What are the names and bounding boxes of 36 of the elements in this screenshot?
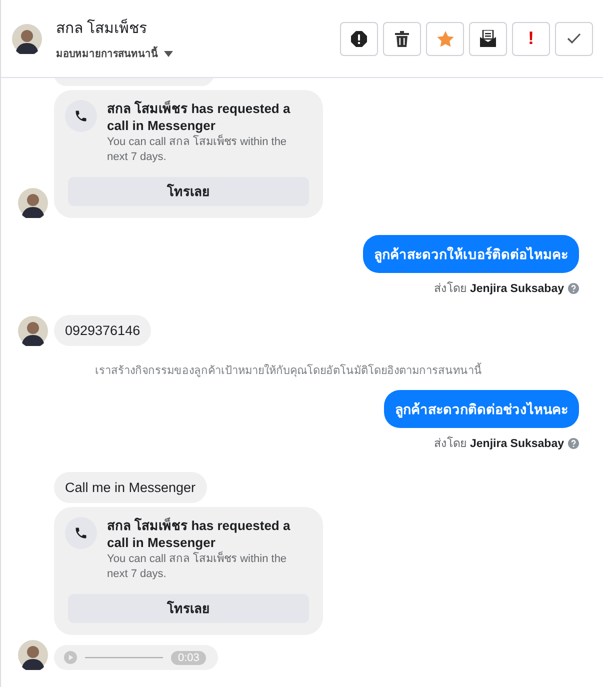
done-button[interactable] (555, 22, 593, 56)
phone-icon (74, 526, 88, 540)
incoming-message: 0929376146 (54, 315, 152, 346)
sent-by-label: ส่งโดย Jenjira Suksabay (434, 280, 564, 297)
avatar (18, 316, 48, 346)
call-request-text: You can call สกล โสมเพ็ชร within the next 7 days. (107, 135, 288, 165)
star-icon (436, 30, 454, 46)
avatar (18, 640, 48, 670)
caret-icon[interactable] (164, 50, 173, 56)
call-request-text: You can call สกล โสมเพ็ชร within the next 7 days. (107, 552, 288, 582)
check-icon (567, 33, 581, 44)
trash-icon (395, 30, 409, 46)
contact-name: สกล โสมเพ็ชร (56, 18, 148, 39)
call-request-title: สกล โสมเพ็ชร has requested a call in Messenger (107, 100, 292, 134)
outgoing-message: ลูกค้าสะดวกติดต่อช่วงไหนคะ (384, 390, 579, 428)
envelope-icon (480, 30, 496, 47)
call-now-button[interactable]: โทรเลย (68, 594, 309, 623)
avatar (18, 188, 48, 218)
trash-button[interactable] (383, 22, 421, 56)
help-icon[interactable] (568, 282, 579, 294)
important-button[interactable]: ! (512, 22, 550, 56)
star-button[interactable] (426, 22, 464, 56)
phone-icon (74, 109, 88, 123)
mail-button[interactable] (469, 22, 507, 56)
sent-by-label: ส่งโดย Jenjira Suksabay (434, 436, 564, 452)
system-notice: เราสร้างกิจกรรมของลูกค้าเป้าหมายให้กับคุณโดยอัตโนมัติโดยอิงตามการสนทนานี้ (18, 361, 579, 379)
call-now-button[interactable]: โทรเลย (68, 177, 309, 206)
alert-button[interactable] (340, 22, 378, 56)
outgoing-message: ลูกค้าสะดวกให้เบอร์ติดต่อไหมคะ (363, 235, 579, 273)
avatar (12, 24, 42, 54)
call-request-title: สกล โสมเพ็ชร has requested a call in Messenger (107, 517, 292, 551)
duration-label: 0:03 (171, 650, 206, 664)
help-icon[interactable] (568, 438, 579, 448)
alert-icon (351, 30, 367, 46)
incoming-message: Call me in Messenger (54, 472, 207, 503)
assign-conversation-link[interactable]: มอบหมายการสนทนานี้ (56, 46, 158, 61)
